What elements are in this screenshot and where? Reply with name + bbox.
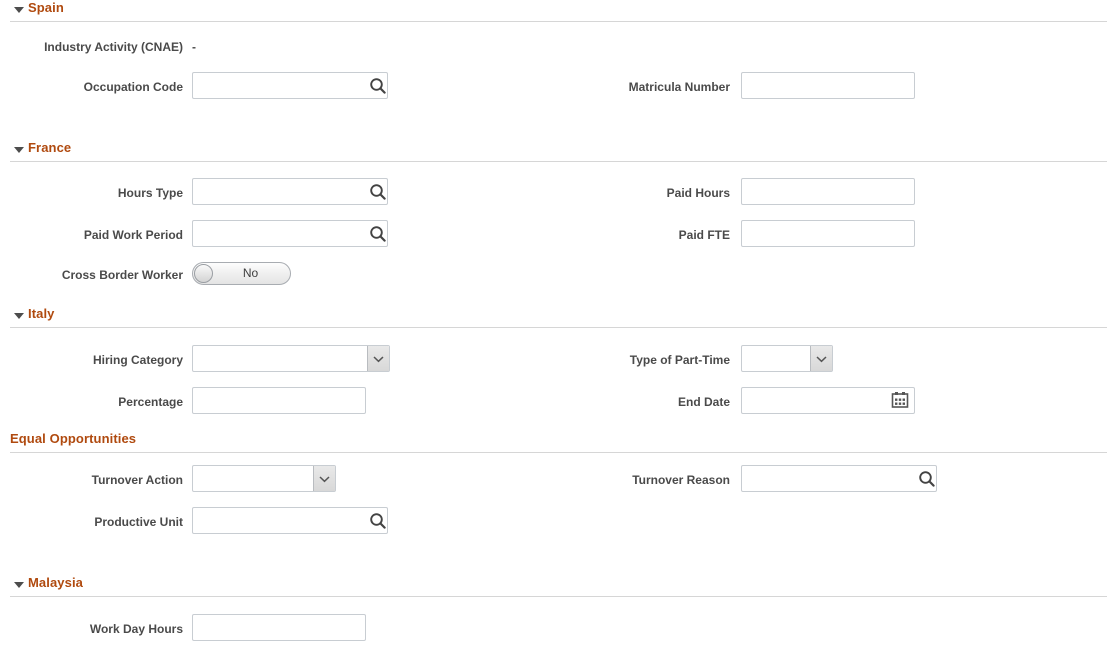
form-page: Spain Industry Activity (CNAE) - Occupat… xyxy=(0,0,1117,654)
chevron-down-icon[interactable] xyxy=(810,346,832,371)
section-divider xyxy=(10,161,1107,162)
caret-down-icon[interactable] xyxy=(14,147,24,153)
calendar-icon[interactable] xyxy=(891,391,909,409)
caret-down-icon[interactable] xyxy=(14,582,24,588)
toggle-knob xyxy=(194,264,213,283)
section-header-italy[interactable]: Italy xyxy=(0,306,1107,328)
input-percentage[interactable] xyxy=(192,387,366,414)
label-paid-hours: Paid Hours xyxy=(440,186,730,200)
input-hours-type[interactable] xyxy=(192,178,388,205)
section-divider xyxy=(10,452,1107,453)
toggle-label: No xyxy=(215,263,286,284)
label-paid-fte: Paid FTE xyxy=(440,228,730,242)
section-title-italy: Italy xyxy=(28,306,55,321)
section-header-spain[interactable]: Spain xyxy=(0,0,1107,22)
section-title-france: France xyxy=(28,140,71,155)
label-turnover-reason: Turnover Reason xyxy=(440,473,730,487)
search-icon[interactable] xyxy=(368,511,388,531)
section-divider xyxy=(10,327,1107,328)
chevron-down-icon[interactable] xyxy=(367,346,389,371)
section-divider xyxy=(10,21,1107,22)
label-industry-activity: Industry Activity (CNAE) xyxy=(0,40,183,54)
section-header-equal-opportunities: Equal Opportunities xyxy=(0,431,1107,453)
section-title-equal-opportunities: Equal Opportunities xyxy=(10,431,136,446)
label-paid-work-period: Paid Work Period xyxy=(0,228,183,242)
label-occupation-code: Occupation Code xyxy=(0,80,183,94)
dropdown-type-of-part-time[interactable] xyxy=(741,345,833,372)
section-title-spain: Spain xyxy=(28,0,64,15)
search-icon[interactable] xyxy=(368,224,388,244)
toggle-cross-border-worker[interactable]: No xyxy=(192,262,291,285)
label-turnover-action: Turnover Action xyxy=(0,473,183,487)
dropdown-hiring-category[interactable] xyxy=(192,345,390,372)
caret-down-icon[interactable] xyxy=(14,7,24,13)
input-paid-hours[interactable] xyxy=(741,178,915,205)
input-work-day-hours[interactable] xyxy=(192,614,366,641)
caret-down-icon[interactable] xyxy=(14,313,24,319)
label-work-day-hours: Work Day Hours xyxy=(0,622,183,636)
search-icon[interactable] xyxy=(917,469,937,489)
section-title-malaysia: Malaysia xyxy=(28,575,83,590)
input-turnover-reason[interactable] xyxy=(741,465,937,492)
label-end-date: End Date xyxy=(440,395,730,409)
input-occupation-code[interactable] xyxy=(192,72,388,99)
label-matricula-number: Matricula Number xyxy=(440,80,730,94)
chevron-down-icon[interactable] xyxy=(313,466,335,491)
label-productive-unit: Productive Unit xyxy=(0,515,183,529)
section-divider xyxy=(10,596,1107,597)
input-end-date[interactable] xyxy=(741,387,915,414)
label-percentage: Percentage xyxy=(0,395,183,409)
input-matricula-number[interactable] xyxy=(741,72,915,99)
label-cross-border-worker: Cross Border Worker xyxy=(0,268,183,282)
dropdown-turnover-action[interactable] xyxy=(192,465,336,492)
input-productive-unit[interactable] xyxy=(192,507,388,534)
search-icon[interactable] xyxy=(368,76,388,96)
section-header-france[interactable]: France xyxy=(0,140,1107,162)
label-type-of-part-time: Type of Part-Time xyxy=(440,353,730,367)
label-hours-type: Hours Type xyxy=(0,186,183,200)
input-paid-fte[interactable] xyxy=(741,220,915,247)
search-icon[interactable] xyxy=(368,182,388,202)
label-hiring-category: Hiring Category xyxy=(0,353,183,367)
input-paid-work-period[interactable] xyxy=(192,220,388,247)
section-header-malaysia[interactable]: Malaysia xyxy=(0,575,1107,597)
value-industry-activity: - xyxy=(192,40,196,54)
